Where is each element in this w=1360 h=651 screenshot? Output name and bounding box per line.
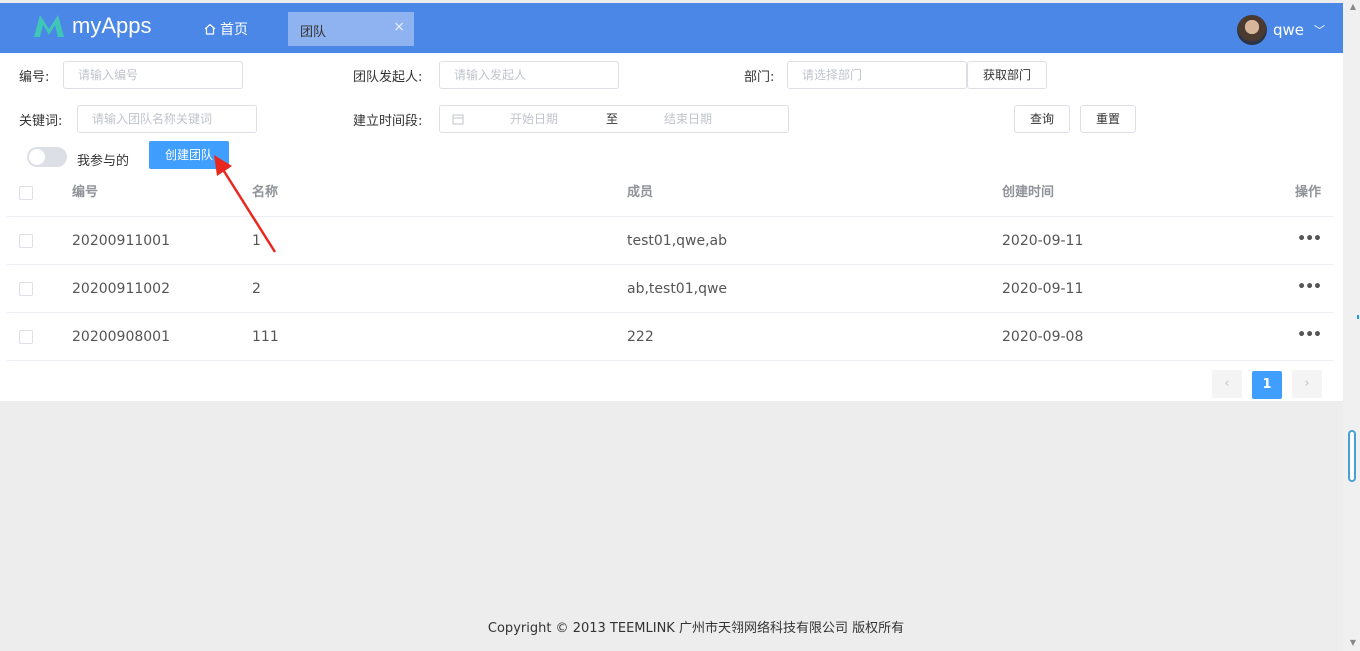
cell-name: 111 — [252, 329, 279, 345]
range-separator: 至 — [606, 112, 619, 126]
cell-created: 2020-09-08 — [1002, 329, 1084, 345]
code-input[interactable]: 请输入编号 — [63, 61, 243, 89]
keyword-label: 关键词: — [19, 114, 63, 129]
calendar-icon — [452, 114, 464, 125]
table-row[interactable]: 20200911002 2 ab,test01,qwe 2020-09-11 •… — [7, 265, 1333, 313]
table-row[interactable]: 20200908001 111 222 2020-09-08 ••• — [7, 313, 1333, 361]
cell-members: ab,test01,qwe — [627, 281, 728, 297]
more-actions-icon[interactable]: ••• — [1297, 265, 1322, 309]
nav-home-label: 首页 — [220, 22, 248, 38]
column-header-code[interactable]: 编号 — [72, 169, 98, 217]
tab-team[interactable]: 团队 × — [288, 12, 414, 46]
annotation-arrow-icon — [214, 155, 277, 253]
initiator-input[interactable]: 请输入发起人 — [439, 61, 619, 89]
row-checkbox[interactable] — [19, 330, 33, 344]
home-icon — [204, 23, 216, 35]
footer-copyright: Copyright © 2013 TEEMLINK 广州市天翎网络科技有限公司 … — [487, 621, 905, 636]
dept-select[interactable]: 请选择部门 — [787, 61, 967, 89]
scrollbar-thumb[interactable] — [1348, 430, 1356, 482]
cell-code: 20200911001 — [72, 233, 170, 249]
date-range-picker[interactable]: 开始日期 至 结束日期 — [439, 105, 789, 133]
column-header-actions: 操作 — [1294, 185, 1321, 200]
row-checkbox[interactable] — [19, 234, 33, 248]
tab-team-label: 团队 — [300, 25, 327, 40]
scroll-down-icon[interactable]: ▼ — [1350, 638, 1356, 647]
next-page-button[interactable]: › — [1292, 370, 1322, 398]
query-button[interactable]: 查询 — [1014, 105, 1070, 133]
app-logo[interactable]: myApps — [32, 13, 151, 39]
row-checkbox[interactable] — [19, 282, 33, 296]
cell-code: 20200911002 — [72, 281, 170, 297]
close-icon[interactable]: × — [393, 19, 405, 35]
dept-label: 部门: — [744, 70, 775, 85]
scroll-up-icon[interactable]: ▲ — [1350, 2, 1356, 11]
top-navigation-bar: myApps 首页 团队 × qwe ﹀ — [0, 3, 1343, 53]
more-actions-icon[interactable]: ••• — [1297, 217, 1322, 261]
start-date-input[interactable]: 开始日期 — [510, 106, 558, 132]
cell-code: 20200908001 — [72, 329, 170, 345]
prev-page-button[interactable]: ‹ — [1212, 370, 1242, 398]
column-header-members[interactable]: 成员 — [627, 169, 653, 217]
end-date-input[interactable]: 结束日期 — [664, 106, 712, 132]
code-label: 编号: — [19, 70, 50, 85]
keyword-input[interactable]: 请输入团队名称关键词 — [77, 105, 257, 133]
logo-m-icon — [34, 15, 64, 37]
logo-text: myApps — [72, 13, 152, 38]
period-label: 建立时间段: — [353, 114, 423, 129]
mine-toggle[interactable] — [27, 147, 67, 167]
nav-home-link[interactable]: 首页 — [204, 19, 248, 39]
user-name: qwe — [1272, 21, 1304, 39]
cell-name: 2 — [252, 281, 261, 297]
initiator-label: 团队发起人: — [353, 70, 423, 85]
select-all-checkbox[interactable] — [19, 186, 33, 200]
user-menu[interactable]: qwe ﹀ — [1236, 15, 1325, 45]
chevron-down-icon: ﹀ — [1314, 24, 1325, 37]
get-dept-button[interactable]: 获取部门 — [967, 61, 1047, 89]
column-header-created[interactable]: 创建时间 — [1002, 169, 1054, 217]
mine-toggle-label: 我参与的 — [77, 154, 130, 169]
cell-members: 222 — [627, 329, 654, 345]
page-1-button[interactable]: 1 — [1252, 371, 1282, 399]
page-scrollbar[interactable]: ▲ ▼ — [1343, 0, 1360, 651]
cell-members: test01,qwe,ab — [627, 233, 728, 249]
scroll-marker — [1357, 315, 1359, 319]
reset-button[interactable]: 重置 — [1080, 105, 1136, 133]
cell-created: 2020-09-11 — [1002, 233, 1084, 249]
avatar[interactable] — [1236, 15, 1267, 45]
cell-created: 2020-09-11 — [1002, 281, 1084, 297]
more-actions-icon[interactable]: ••• — [1297, 313, 1322, 357]
